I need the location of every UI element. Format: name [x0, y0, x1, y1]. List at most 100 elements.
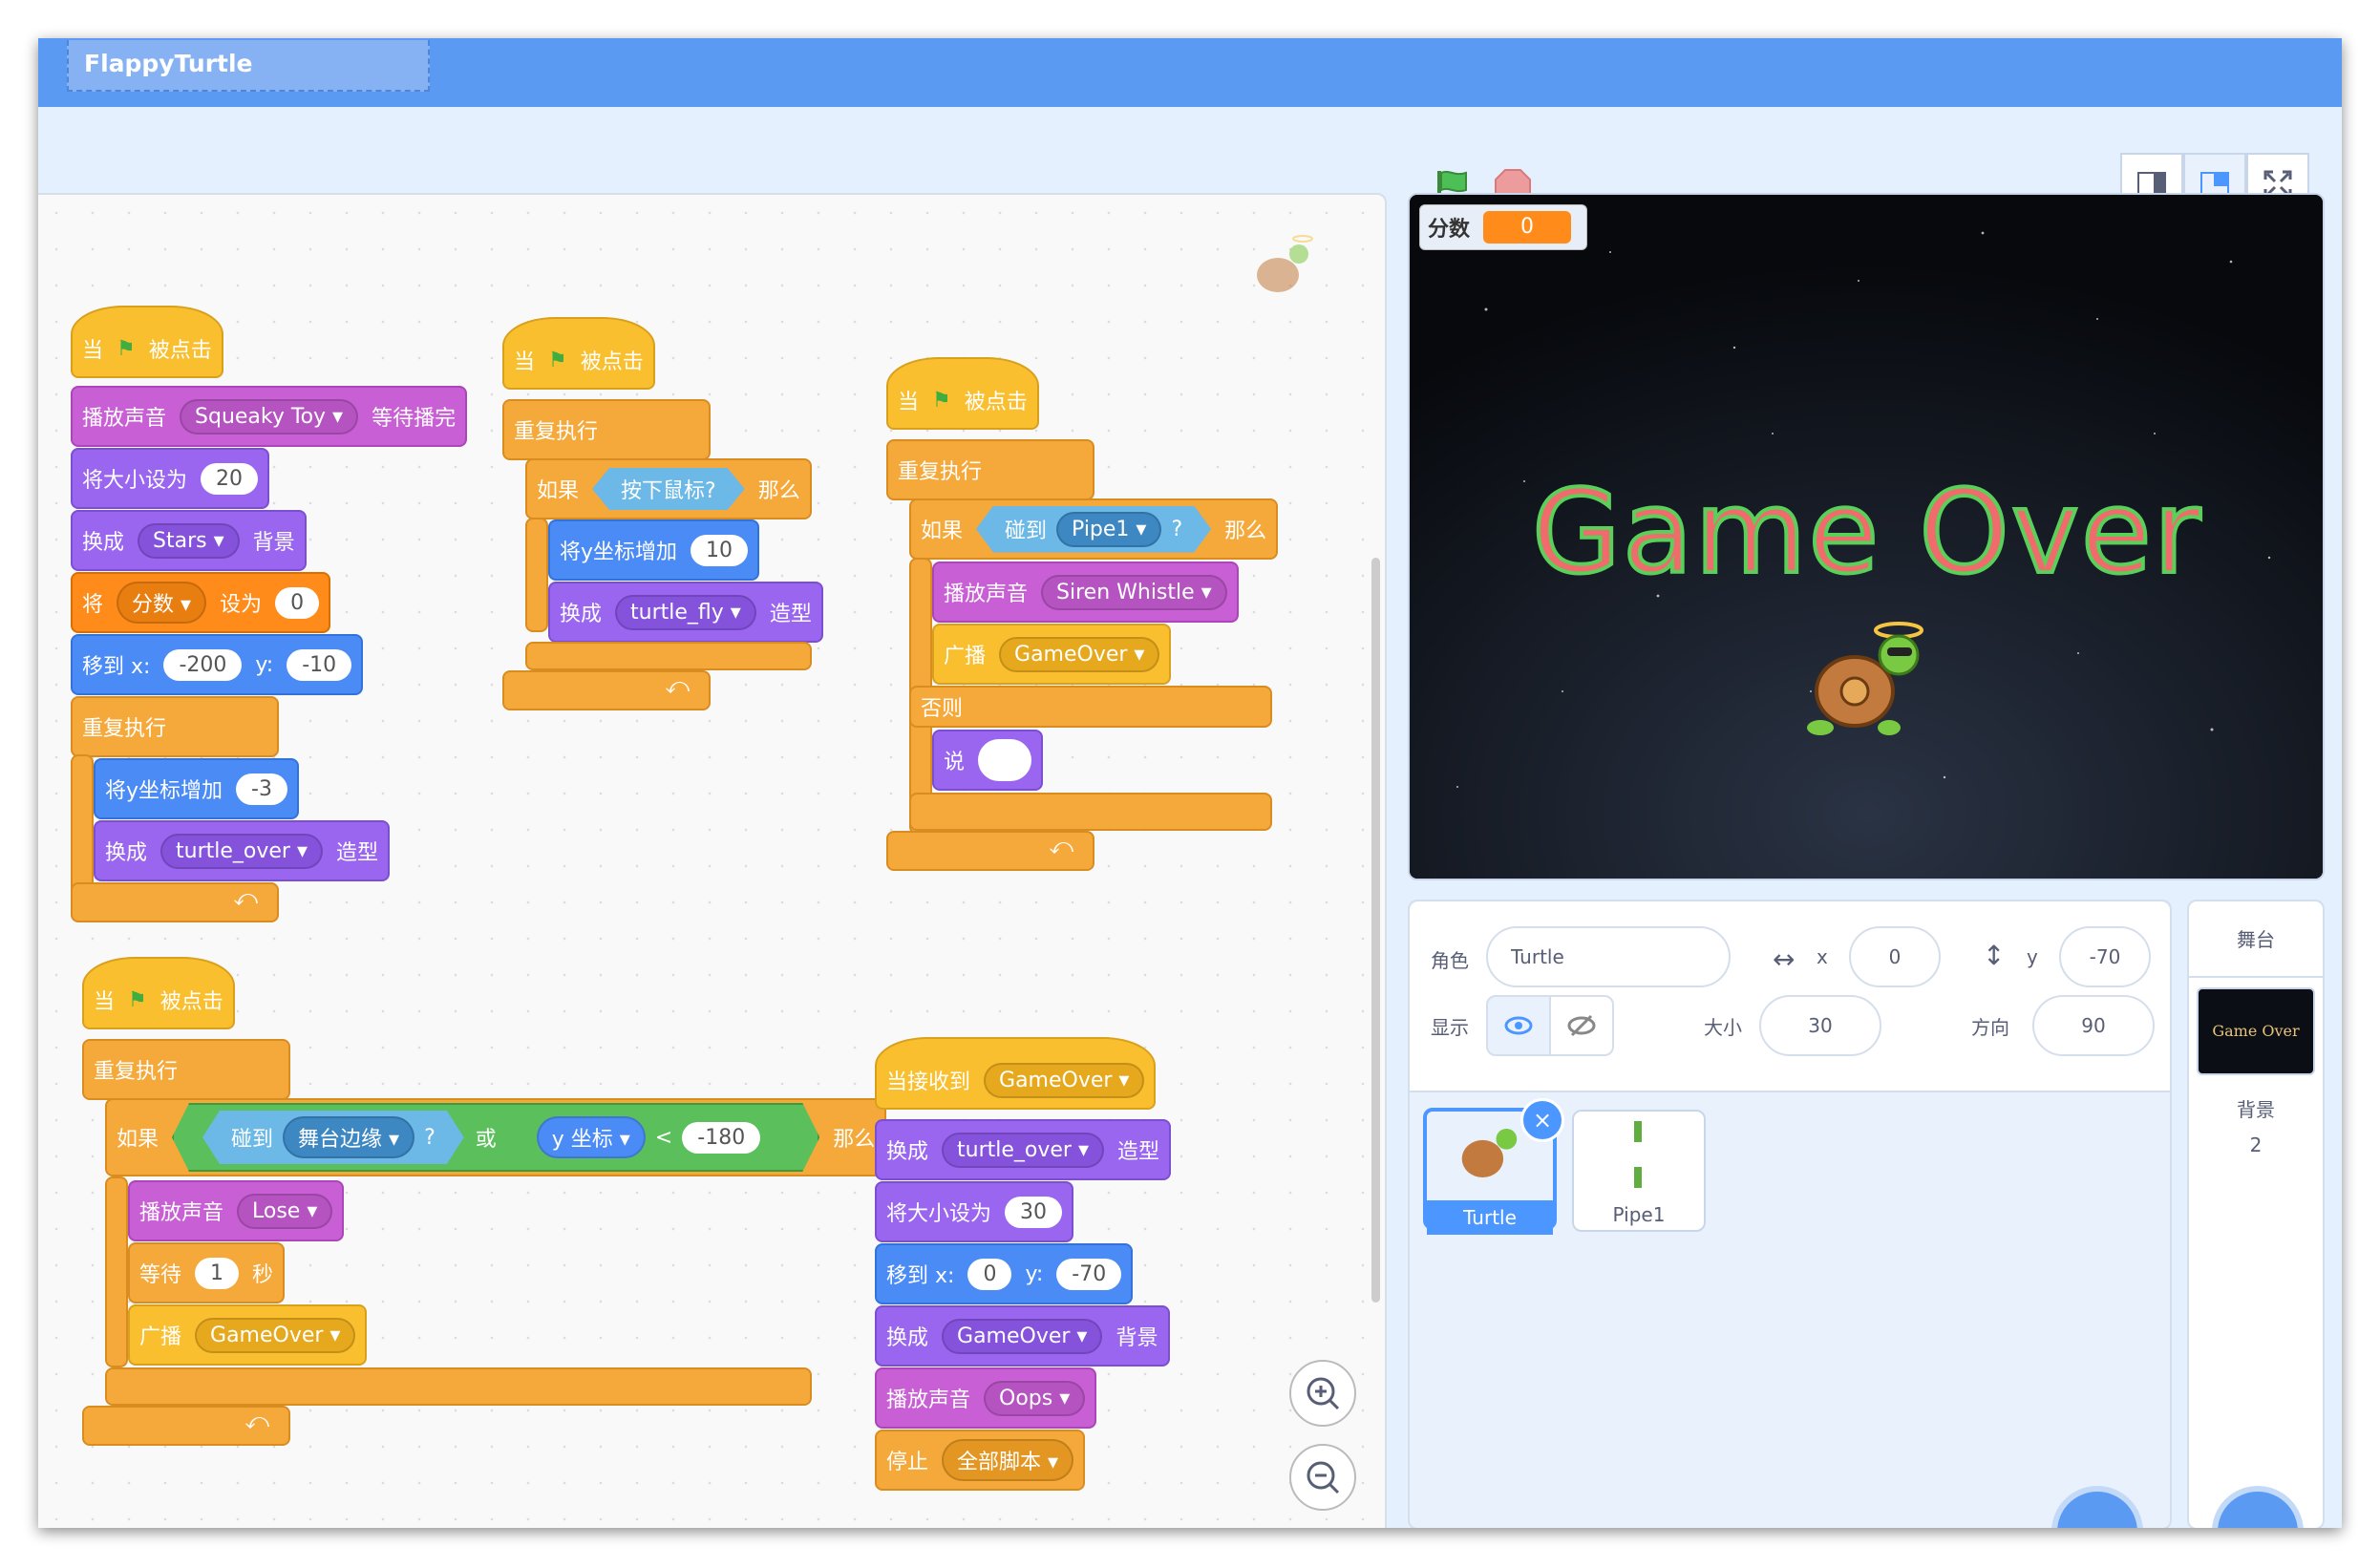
block-label: ?: [1171, 517, 1183, 541]
code-scrollbar[interactable]: [1371, 558, 1380, 1303]
seconds-input[interactable]: 1: [195, 1257, 240, 1289]
block-label: 那么: [833, 1128, 876, 1152]
menu-bar: FlappyTurtle: [38, 38, 2342, 107]
value-input[interactable]: -180: [682, 1122, 760, 1154]
say-block[interactable]: 说: [932, 730, 1044, 791]
less-than-condition[interactable]: y 坐标 < -180: [508, 1111, 789, 1164]
backdrop-thumb[interactable]: Game Over: [2197, 987, 2315, 1075]
sound-dropdown[interactable]: Squeaky Toy: [180, 398, 359, 434]
when-label: 当: [514, 350, 536, 374]
sound-dropdown[interactable]: Siren Whistle: [1041, 574, 1227, 610]
change-y-block[interactable]: 将y坐标增加 10: [548, 519, 760, 581]
forever-block[interactable]: 重复执行: [502, 399, 711, 460]
or-condition[interactable]: 碰到舞台边缘? 或 y 坐标 < -180: [172, 1103, 819, 1172]
play-sound-block[interactable]: 播放声音 Siren Whistle: [932, 562, 1239, 623]
when-flag-clicked-hat[interactable]: 当 ⚑ 被点击: [82, 957, 235, 1029]
show-hidden-icon[interactable]: [1549, 995, 1614, 1056]
costume-dropdown[interactable]: turtle_over: [942, 1132, 1105, 1168]
when-flag-clicked-hat[interactable]: 当 ⚑ 被点击: [886, 357, 1039, 430]
goto-xy-block[interactable]: 移到 x: -200 y: -10: [71, 634, 364, 695]
switch-backdrop-block[interactable]: 换成 Stars 背景: [71, 510, 307, 571]
variable-dropdown[interactable]: 分数: [117, 582, 207, 624]
value-input[interactable]: 0: [275, 586, 320, 619]
dy-input[interactable]: -3: [236, 773, 287, 805]
touching-condition[interactable]: 碰到舞台边缘?: [202, 1111, 464, 1164]
broadcast-block[interactable]: 广播 GameOver: [932, 624, 1172, 685]
message-dropdown[interactable]: GameOver: [984, 1062, 1145, 1098]
play-sound-until-done-block[interactable]: 播放声音 Squeaky Toy 等待播完: [71, 386, 468, 447]
turtle-sprite-watermark-icon: [1257, 235, 1313, 292]
sound-dropdown[interactable]: Lose: [237, 1193, 333, 1229]
size-input[interactable]: 30: [1005, 1196, 1063, 1228]
show-visible-icon[interactable]: [1486, 995, 1551, 1056]
x-input[interactable]: 0: [967, 1258, 1012, 1290]
change-y-block[interactable]: 将y坐标增加 -3: [94, 758, 299, 819]
zoom-out-icon[interactable]: [1289, 1444, 1356, 1511]
say-input[interactable]: [978, 739, 1032, 781]
set-size-block[interactable]: 将大小设为 20: [71, 448, 270, 509]
clicked-label: 被点击: [964, 391, 1028, 414]
touch-target-dropdown[interactable]: Pipe1: [1056, 512, 1161, 547]
stop-option-dropdown[interactable]: 全部脚本: [942, 1439, 1074, 1481]
set-variable-block[interactable]: 将分数设为 0: [71, 572, 331, 633]
y-input[interactable]: -10: [287, 648, 352, 681]
switch-costume-block[interactable]: 换成 turtle_over 造型: [875, 1119, 1172, 1180]
costume-dropdown[interactable]: turtle_over: [160, 833, 324, 869]
block-label: 换成: [886, 1326, 929, 1350]
if-then-block[interactable]: 如果 碰到舞台边缘? 或 y 坐标 < -180 那么: [105, 1098, 887, 1176]
sound-dropdown[interactable]: Oops: [984, 1380, 1086, 1416]
project-title-field[interactable]: FlappyTurtle: [67, 40, 430, 92]
mouse-down-condition[interactable]: 按下鼠标?: [592, 468, 745, 510]
backdrop-dropdown[interactable]: Stars: [138, 522, 240, 559]
forever-block[interactable]: 重复执行: [71, 696, 279, 757]
stage[interactable]: 分数 0 Game Over: [1408, 193, 2325, 880]
switch-costume-block[interactable]: 换成 turtle_over 造型: [94, 820, 391, 881]
x-input[interactable]: -200: [163, 648, 243, 681]
costume-dropdown[interactable]: turtle_fly: [615, 594, 756, 630]
x-input[interactable]: 0: [1849, 926, 1941, 987]
forever-block[interactable]: 重复执行: [886, 439, 1094, 500]
y-position-reporter[interactable]: y 坐标: [537, 1116, 646, 1158]
stop-block[interactable]: 停止 全部脚本: [875, 1430, 1086, 1491]
forever-block[interactable]: 重复执行: [82, 1039, 290, 1100]
size-input[interactable]: 30: [1759, 995, 1881, 1056]
if-then-block[interactable]: 如果 按下鼠标? 那么: [525, 458, 812, 519]
message-dropdown[interactable]: GameOver: [195, 1317, 356, 1353]
backdrop-dropdown[interactable]: GameOver: [942, 1318, 1103, 1354]
switch-backdrop-block[interactable]: 换成 GameOver 背景: [875, 1305, 1170, 1367]
goto-xy-block[interactable]: 移到 x: 0 y: -70: [875, 1243, 1134, 1304]
touching-condition[interactable]: 碰到 Pipe1?: [976, 506, 1211, 553]
broadcast-block[interactable]: 广播 GameOver: [128, 1304, 368, 1366]
switch-costume-block[interactable]: 换成 turtle_fly 造型: [548, 582, 823, 643]
touch-target-dropdown[interactable]: 舞台边缘: [283, 1116, 414, 1158]
zoom-in-icon[interactable]: [1289, 1360, 1356, 1427]
wait-block[interactable]: 等待 1 秒: [128, 1242, 286, 1303]
if-foot: [525, 642, 812, 670]
message-dropdown[interactable]: GameOver: [999, 636, 1160, 672]
dy-input[interactable]: 10: [691, 534, 749, 566]
play-sound-block[interactable]: 播放声音 Oops: [875, 1367, 1097, 1429]
set-size-block[interactable]: 将大小设为 30: [875, 1181, 1074, 1242]
score-monitor[interactable]: 分数 0: [1419, 204, 1587, 250]
delete-sprite-icon[interactable]: ×: [1520, 1098, 1564, 1142]
block-label: y:: [255, 652, 274, 677]
backdrops-count: 2: [2249, 1134, 2263, 1156]
add-backdrop-icon[interactable]: [2212, 1486, 2304, 1528]
when-flag-clicked-hat[interactable]: 当 ⚑ 被点击: [71, 306, 223, 378]
play-sound-block[interactable]: 播放声音 Lose: [128, 1180, 345, 1241]
y-input[interactable]: -70: [1056, 1258, 1122, 1290]
sprite-thumb-pipe1[interactable]: Pipe1: [1572, 1110, 1706, 1232]
y-input[interactable]: -70: [2059, 926, 2151, 987]
sprite-pane: 角色 Turtle ↔ x 0 ↕ y -70 显示 大小 30 方向 90 T…: [1408, 900, 2172, 1528]
direction-input[interactable]: 90: [2032, 995, 2155, 1056]
add-sprite-icon[interactable]: [2051, 1486, 2143, 1528]
when-flag-clicked-hat[interactable]: 当 ⚑ 被点击: [502, 317, 655, 390]
turtle-sprite[interactable]: [1801, 615, 1935, 749]
show-label: 显示: [1431, 1016, 1469, 1039]
sprite-name-input[interactable]: Turtle: [1486, 926, 1731, 987]
if-else-block[interactable]: 如果 碰到 Pipe1? 那么: [909, 498, 1279, 560]
code-area[interactable]: 当 ⚑ 被点击 播放声音 Squeaky Toy 等待播完 将大小设为 20 换成 Star…: [38, 193, 1387, 1528]
size-input[interactable]: 20: [201, 462, 259, 495]
stage-pane[interactable]: 舞台 Game Over 背景 2: [2187, 900, 2325, 1528]
when-receive-hat[interactable]: 当接收到 GameOver: [875, 1037, 1157, 1110]
